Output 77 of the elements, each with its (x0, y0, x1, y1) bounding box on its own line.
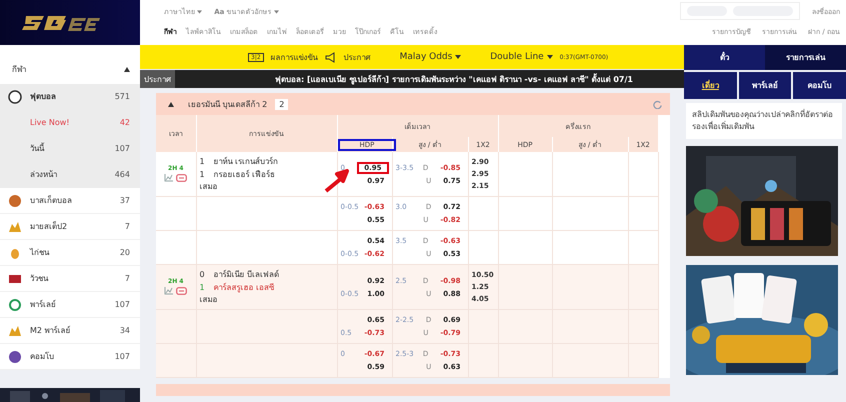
betslip-tab[interactable]: ตั๋ว (684, 45, 765, 70)
sport-name: ไก่ชน (30, 247, 50, 259)
sport-name: วัวชน (30, 273, 50, 285)
sport-icon (8, 220, 22, 234)
megaphone-icon (324, 52, 337, 62)
event-count: 42 (120, 118, 130, 127)
sidebar-item[interactable]: บาสเก็ตบอล 37 (0, 188, 140, 214)
sport-icon (8, 350, 22, 364)
event-count: 7 (124, 222, 130, 231)
bet-mode-tab[interactable]: คอมโบ (793, 72, 846, 99)
sidebar-title: กีฬา (12, 64, 26, 76)
event-count: 37 (120, 196, 130, 205)
sport-name: M2 พาร์เลย์ (30, 324, 72, 337)
announcement-link[interactable]: ประกาศ (344, 50, 371, 64)
sidebar-subitem[interactable]: ล่วงหน้า 464 (0, 162, 140, 188)
caret-icon (546, 54, 553, 59)
sport-icon (8, 194, 22, 208)
sport-icon (8, 324, 22, 338)
sport-icon (8, 298, 22, 312)
stats-icon[interactable] (164, 174, 174, 182)
event-count: 34 (120, 326, 130, 335)
filter-name: ล่วงหน้า (30, 169, 58, 181)
caret-icon (197, 10, 202, 14)
refresh-icon[interactable] (653, 100, 662, 108)
stats-icon[interactable] (164, 287, 174, 295)
sidebar-subitem[interactable]: วันนี้ 107 (0, 136, 140, 162)
team-score: 0 (200, 269, 206, 281)
event-count: 571 (114, 92, 130, 101)
team-name: ยาห์น เรเกนส์บวร์ก (214, 156, 278, 168)
sidebar-item[interactable]: M2 พาร์เลย์ 34 (0, 318, 140, 344)
team-score: 1 (200, 282, 206, 294)
sport-name: พาร์เลย์ (30, 298, 57, 311)
results-link[interactable]: ผลการแข่งขัน (270, 50, 318, 64)
sport-name: บาสเก็ตบอล (30, 194, 73, 207)
event-count: 20 (120, 248, 130, 257)
team-name: กรอยเธอร์ เฟือร์ธ (214, 168, 276, 181)
sidebar-item[interactable]: ไก่ชน 20 (0, 240, 140, 266)
sport-name: ฟุตบอล (30, 91, 57, 103)
event-count: 107 (114, 300, 130, 309)
sport-name: คอมโบ (30, 350, 55, 363)
draw-label: เสมอ (200, 181, 218, 193)
event-count: 464 (114, 170, 130, 179)
collapse-icon[interactable] (124, 67, 130, 72)
caret-icon (455, 54, 462, 59)
filter-name: Live Now! (30, 118, 71, 127)
odds-type-dropdown[interactable]: Malay Odds (400, 52, 462, 62)
league-name[interactable]: เยอรมันนี บุนเดสลีก้า 2 (188, 98, 268, 110)
caret-icon (274, 10, 279, 14)
collapse-icon[interactable] (168, 102, 174, 106)
announcement-label: ประกาศ (140, 70, 175, 88)
match-count-badge: 2 (275, 98, 288, 110)
sidebar-subitem[interactable]: Live Now! 42 (0, 110, 140, 136)
sport-icon (8, 90, 22, 104)
sidebar-item[interactable]: ฟุตบอล 571 (0, 84, 140, 110)
sidebar-item[interactable]: มายสเต็ป2 7 (0, 214, 140, 240)
line-type-dropdown[interactable]: Double Line (490, 52, 553, 62)
team-name: อาร์มิเนีย บีเลเฟลด์ (214, 268, 280, 281)
sidebar-item[interactable]: พาร์เลย์ 107 (0, 292, 140, 318)
sidebar-item[interactable]: วัวชน 7 (0, 266, 140, 292)
logo[interactable] (0, 0, 140, 45)
event-count: 107 (114, 144, 130, 153)
bet-mode-tab[interactable]: พาร์เลย์ (738, 72, 792, 99)
event-count: 107 (114, 352, 130, 361)
announcement-text: ฟุตบอล: [แอลเบเนีย ซูเปอร์ลีก้า] รายการเดิมพันระหว่าง "เคแอฟ ติรานา -vs- เคแอฟ ลาชี" ตั้งแต่ 07/1 (275, 72, 633, 86)
bet-mode-tab[interactable]: เดี่ยว (684, 72, 737, 99)
team-name: คาร์ลสรูเฮอ เอสซี (214, 282, 274, 294)
sport-name: มายสเต็ป2 (30, 220, 68, 233)
logo-icon (22, 16, 100, 30)
tv-icon[interactable] (176, 287, 188, 296)
draw-label: เสมอ (200, 294, 218, 306)
tv-icon[interactable] (176, 174, 188, 183)
team-score: 1 (200, 156, 206, 168)
filter-name: วันนี้ (30, 142, 46, 155)
sidebar-item[interactable]: คอมโบ 107 (0, 344, 140, 370)
event-count: 7 (124, 274, 130, 283)
team-score: 1 (200, 169, 206, 181)
empty-betslip-message: สลิปเดิมพันของคุณว่างเปล่าคลิกที่อัตราต่อรองเพื่อเพิ่มเดิมพัน (692, 110, 833, 131)
